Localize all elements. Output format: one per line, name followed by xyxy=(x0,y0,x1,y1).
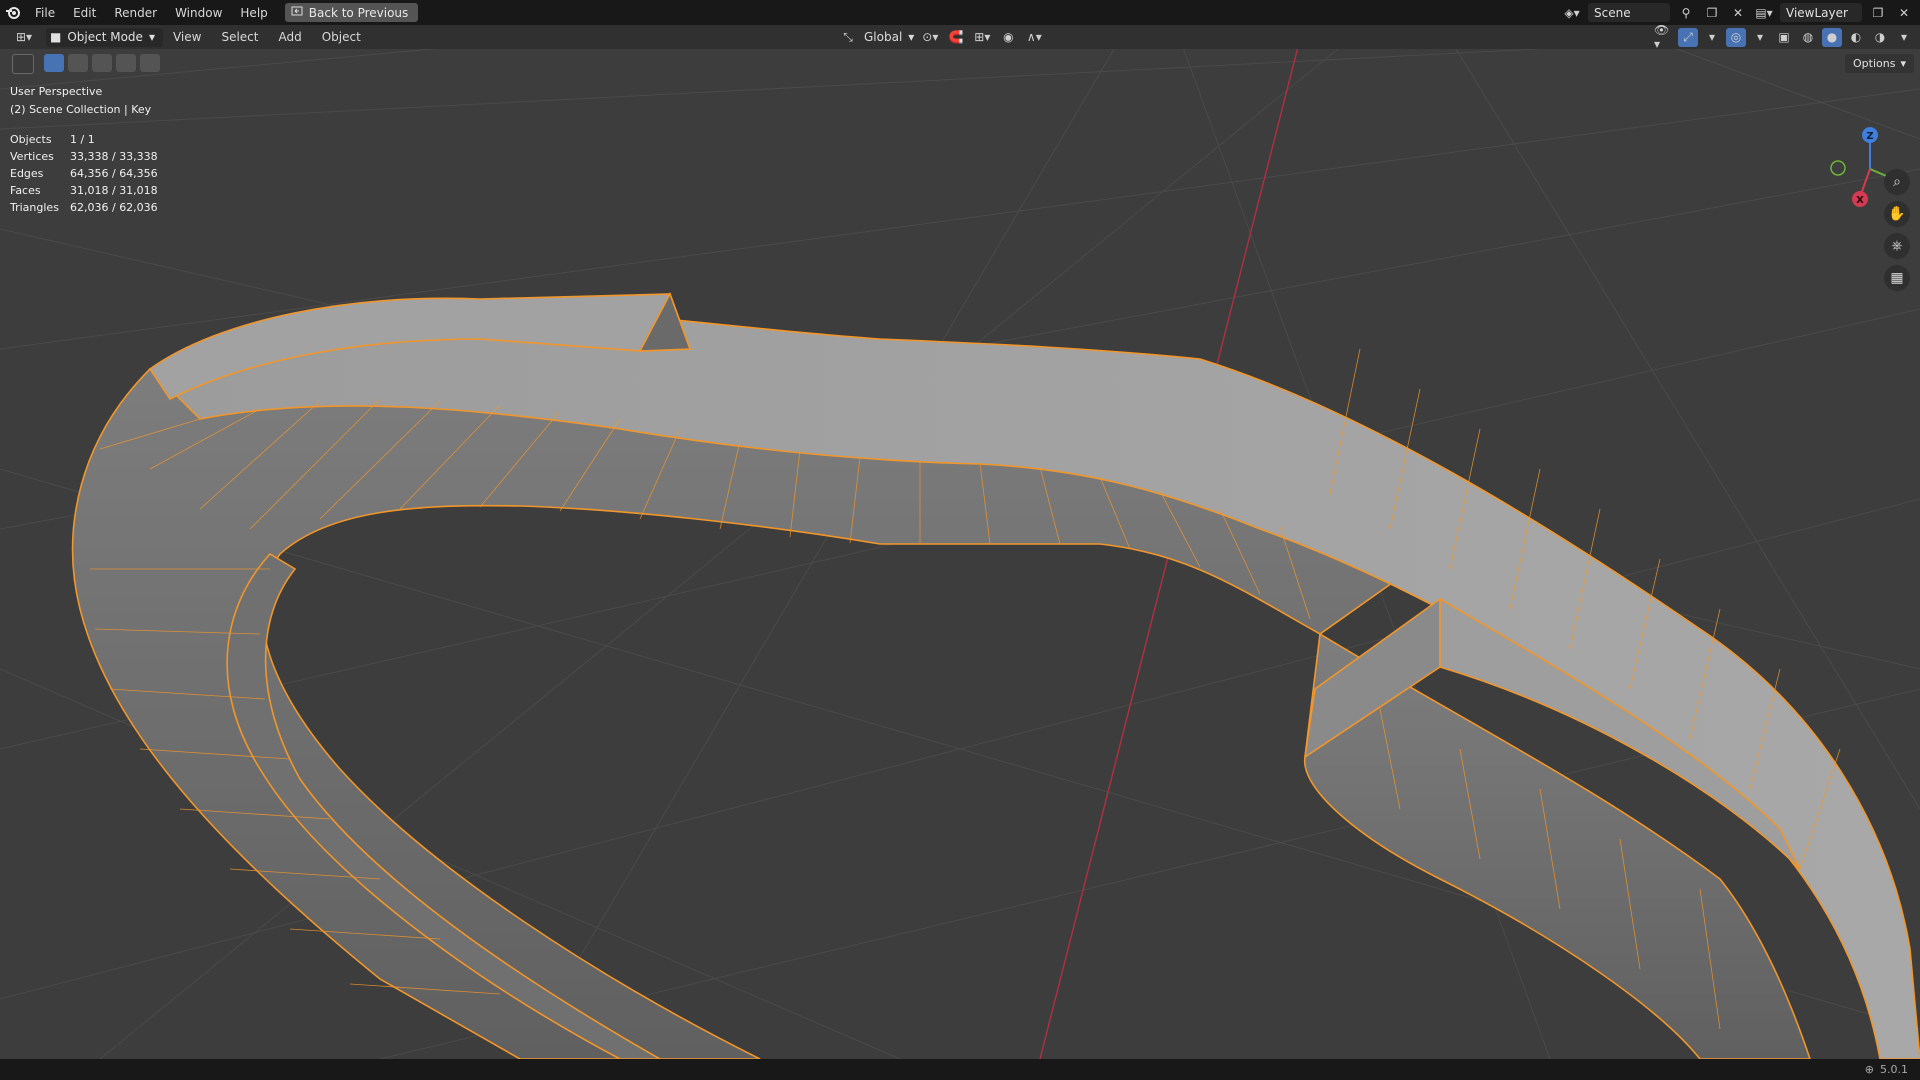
stat-row: Vertices 33,338 / 33,338 xyxy=(10,148,158,165)
new-view-layer-icon[interactable]: ❐ xyxy=(1868,3,1888,22)
stat-row: Objects 1 / 1 xyxy=(10,131,158,148)
version-label: 5.0.1 xyxy=(1880,1063,1908,1076)
xray-toggle-icon[interactable]: ▣ xyxy=(1774,28,1794,47)
options-dropdown[interactable]: Options ▾ xyxy=(1845,54,1914,73)
proportional-edit-icon[interactable]: ◉ xyxy=(998,28,1018,47)
gizmo-toggle-icon[interactable]: ⤢ xyxy=(1678,27,1698,47)
view-layer-name: ViewLayer xyxy=(1786,5,1848,20)
zoom-icon[interactable]: ⌕ xyxy=(1884,169,1910,195)
3d-viewport[interactable]: Z Y X User Perspective (2) Scene Collect… xyxy=(0,49,1920,1059)
options-label: Options xyxy=(1853,57,1896,70)
menu-render[interactable]: Render xyxy=(105,6,166,20)
select-intersect-icon[interactable] xyxy=(140,54,160,72)
overlays-toggle-icon[interactable]: ◎ xyxy=(1726,27,1746,47)
chevron-down-icon: ▾ xyxy=(1900,57,1906,70)
back-to-previous-label: Back to Previous xyxy=(308,5,409,20)
select-extend-icon[interactable] xyxy=(68,54,88,72)
material-shading-icon[interactable]: ◐ xyxy=(1846,28,1866,47)
back-to-previous-button[interactable]: Back to Previous xyxy=(284,3,419,22)
overlays-dropdown-icon[interactable]: ▾ xyxy=(1750,28,1770,47)
menu-object[interactable]: Object xyxy=(312,30,371,44)
menu-window[interactable]: Window xyxy=(166,6,231,20)
menu-file[interactable]: File xyxy=(26,6,64,20)
view-layer-field[interactable]: ViewLayer xyxy=(1780,3,1862,22)
stat-label: Faces xyxy=(10,184,41,197)
snap-icon[interactable]: 🧲 xyxy=(946,28,966,47)
falloff-icon[interactable]: ∧▾ xyxy=(1024,28,1044,47)
view-layer-selector-icon[interactable]: ▤▾ xyxy=(1754,3,1774,22)
collection-label: (2) Scene Collection | Key xyxy=(10,103,152,116)
select-new-icon[interactable] xyxy=(44,54,64,72)
visibility-icon[interactable]: 👁▾ xyxy=(1654,23,1674,51)
solid-shading-icon[interactable]: ● xyxy=(1822,27,1842,47)
gizmo-dropdown-icon[interactable]: ▾ xyxy=(1702,28,1722,47)
select-subtract-icon[interactable] xyxy=(92,54,112,72)
selection-tool-row xyxy=(12,54,160,74)
pan-hand-icon[interactable]: ✋ xyxy=(1884,201,1910,227)
stat-label: Triangles xyxy=(10,201,59,214)
transform-orientation-dropdown[interactable]: Global xyxy=(864,30,902,44)
chevron-down-icon: ▾ xyxy=(908,30,915,44)
stat-value: 31,018 / 31,018 xyxy=(70,184,158,197)
chevron-down-icon: ▾ xyxy=(148,30,155,44)
track-mesh xyxy=(71,292,1920,1059)
rendered-shading-icon[interactable]: ◑ xyxy=(1870,28,1890,47)
select-tool-icon[interactable] xyxy=(12,54,34,74)
stat-value: 1 / 1 xyxy=(70,133,95,146)
viewport-nav-controls: ⌕ ✋ ⎈ ▦ xyxy=(1884,169,1910,291)
delete-view-layer-icon[interactable]: ✕ xyxy=(1894,3,1914,22)
stat-row: Triangles 62,036 / 62,036 xyxy=(10,199,158,216)
top-menu-bar: File Edit Render Window Help Back to Pre… xyxy=(0,0,1920,25)
stat-value: 64,356 / 64,356 xyxy=(70,167,158,180)
stat-value: 62,036 / 62,036 xyxy=(70,201,158,214)
stat-label: Vertices xyxy=(10,150,54,163)
object-mode-dropdown[interactable]: ■ Object Mode ▾ xyxy=(46,27,163,47)
perspective-label: User Perspective xyxy=(10,85,103,98)
screen-back-icon xyxy=(291,5,303,20)
object-mode-icon: ■ xyxy=(50,30,62,44)
gizmo-x-label: X xyxy=(1856,195,1864,206)
blender-logo-icon[interactable] xyxy=(0,0,26,25)
scene-name-field[interactable]: Scene xyxy=(1588,3,1670,22)
status-bar: ⊕ 5.0.1 xyxy=(0,1059,1920,1080)
camera-view-icon[interactable]: ⎈ xyxy=(1884,233,1910,259)
pin-icon[interactable]: ⚲ xyxy=(1676,3,1696,22)
shading-dropdown-icon[interactable]: ▾ xyxy=(1894,28,1914,47)
stat-row: Faces 31,018 / 31,018 xyxy=(10,182,158,199)
scene-selector-icon[interactable]: ◈▾ xyxy=(1562,3,1582,22)
menu-view[interactable]: View xyxy=(163,30,211,44)
stat-value: 33,338 / 33,338 xyxy=(70,150,158,163)
delete-scene-icon[interactable]: ✕ xyxy=(1728,3,1748,22)
viewport-scene[interactable]: Z Y X xyxy=(0,49,1920,1059)
scene-statistics: Objects 1 / 1 Vertices 33,338 / 33,338 Edg… xyxy=(10,131,158,216)
select-invert-icon[interactable] xyxy=(116,54,136,72)
menu-add[interactable]: Add xyxy=(268,30,311,44)
network-icon: ⊕ xyxy=(1864,1063,1874,1076)
snap-target-icon[interactable]: ⊞▾ xyxy=(972,28,992,47)
object-mode-label: Object Mode xyxy=(67,30,143,44)
menu-select[interactable]: Select xyxy=(211,30,268,44)
stat-label: Edges xyxy=(10,167,44,180)
scene-name: Scene xyxy=(1594,5,1631,20)
gizmo-z-label: Z xyxy=(1866,131,1873,142)
menu-help[interactable]: Help xyxy=(231,6,276,20)
transform-orientation-icon: ⤡ xyxy=(843,29,853,44)
ortho-toggle-icon[interactable]: ▦ xyxy=(1884,265,1910,291)
wireframe-shading-icon[interactable]: ◍ xyxy=(1798,28,1818,47)
viewport-header: ⊞▾ ■ Object Mode ▾ View Select Add Objec… xyxy=(0,23,1920,51)
stat-row: Edges 64,356 / 64,356 xyxy=(10,165,158,182)
pivot-point-icon[interactable]: ⊙▾ xyxy=(920,28,940,47)
menu-edit[interactable]: Edit xyxy=(64,6,105,20)
editor-type-icon[interactable]: ⊞▾ xyxy=(14,27,34,46)
stat-label: Objects xyxy=(10,133,52,146)
new-scene-icon[interactable]: ❐ xyxy=(1702,3,1722,22)
